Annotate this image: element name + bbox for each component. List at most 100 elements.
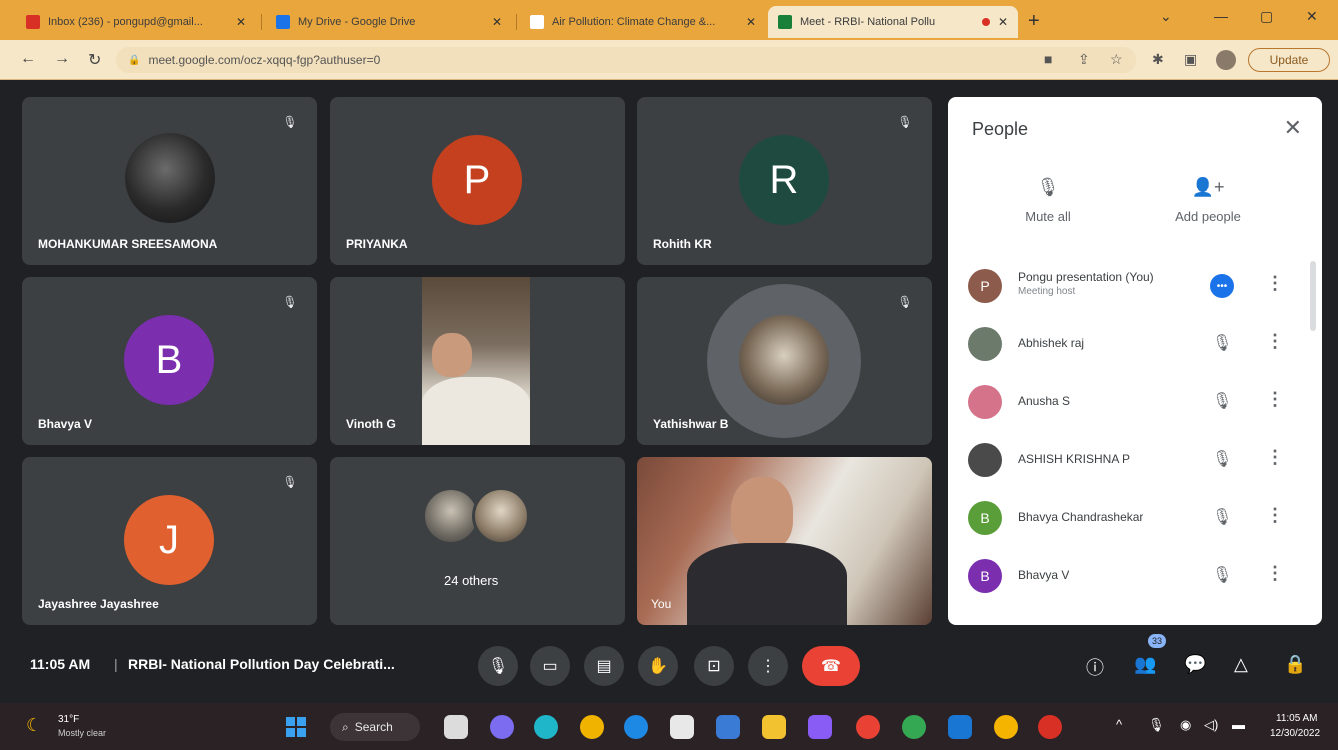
sidebar-icon[interactable]: ▣	[1184, 51, 1197, 68]
avatar: J	[124, 495, 214, 585]
close-icon[interactable]: ✕	[236, 15, 246, 29]
chat-icon[interactable]: 💬	[1184, 654, 1206, 675]
wifi-icon[interactable]: ◉	[1180, 717, 1191, 733]
participant-tile[interactable]: 🎙 Yathishwar B	[637, 277, 932, 445]
arrow-left-icon[interactable]: ←	[20, 50, 36, 68]
weather-moon-icon[interactable]: ☾	[26, 715, 42, 736]
url-field[interactable]: 🔒 meet.google.com/ocz-xqqq-fgp?authuser=…	[116, 47, 1136, 73]
update-button[interactable]: Update	[1248, 48, 1330, 72]
clock-time[interactable]: 11:05 AM	[1276, 713, 1318, 724]
chrome-icon[interactable]	[856, 715, 880, 739]
tab-gmail[interactable]: Inbox (236) - pongupd@gmail... ✕	[16, 6, 256, 38]
minimize-icon[interactable]: —	[1214, 8, 1228, 24]
mic-off-icon[interactable]: 🎙	[1212, 507, 1232, 527]
mic-off-icon[interactable]: 🎙	[1212, 565, 1232, 585]
app-icon[interactable]	[808, 715, 832, 739]
chrome-icon[interactable]	[994, 715, 1018, 739]
address-bar: ← → ↻ 🔒 meet.google.com/ocz-xqqq-fgp?aut…	[0, 40, 1338, 80]
app-icon[interactable]	[1038, 715, 1062, 739]
more-vertical-icon[interactable]: ⋮	[1266, 273, 1284, 294]
window-close-icon[interactable]: ✕	[1306, 8, 1318, 25]
star-icon[interactable]: ☆	[1110, 51, 1123, 68]
close-icon[interactable]: ✕	[746, 15, 756, 29]
participant-tile[interactable]: R 🎙 Rohith KR	[637, 97, 932, 265]
chrome-icon[interactable]	[580, 715, 604, 739]
new-tab-icon[interactable]: +	[1028, 10, 1040, 33]
arrow-right-icon[interactable]: →	[54, 50, 70, 68]
file-explorer-icon[interactable]	[444, 715, 468, 739]
participant-tile[interactable]: P PRIYANKA	[330, 97, 625, 265]
participant-tile[interactable]: 🎙 MOHANKUMAR SREESAMONA	[22, 97, 317, 265]
chevron-up-icon[interactable]: ^	[1116, 717, 1122, 732]
panel-scrollbar[interactable]	[1310, 261, 1316, 331]
more-vertical-icon[interactable]: ⋮	[1266, 389, 1284, 410]
mic-off-icon[interactable]: 🎙	[1212, 391, 1232, 411]
store-icon[interactable]	[670, 715, 694, 739]
close-icon[interactable]: ✕	[1284, 115, 1302, 141]
avatar: P	[968, 269, 1002, 303]
mic-off-icon[interactable]: 🎙	[1212, 333, 1232, 353]
teams-chat-icon[interactable]	[490, 715, 514, 739]
more-horizontal-icon[interactable]: •••	[1210, 274, 1234, 298]
app-icon[interactable]	[716, 715, 740, 739]
avatar	[968, 443, 1002, 477]
avatar: B	[124, 315, 214, 405]
reload-icon[interactable]: ↻	[88, 50, 101, 70]
windows-start-icon[interactable]	[286, 717, 306, 737]
tab-meet[interactable]: Meet - RRBI- National Pollu ✕	[768, 6, 1018, 38]
cortana-icon[interactable]	[534, 715, 558, 739]
app-icon[interactable]	[948, 715, 972, 739]
share-icon[interactable]: ⇪	[1078, 51, 1090, 68]
close-icon[interactable]: ✕	[492, 15, 502, 29]
host-controls-icon[interactable]: 🔒	[1284, 654, 1306, 675]
participant-tile[interactable]: Vinoth G	[330, 277, 625, 445]
list-item[interactable]: P Pongu presentation (You) Meeting host …	[948, 257, 1322, 315]
present-button[interactable]: ⊡	[694, 646, 734, 686]
list-item[interactable]: ASHISH KRISHNA P 🎙 ⋮	[948, 431, 1322, 489]
participant-tile[interactable]: J 🎙 Jayashree Jayashree	[22, 457, 317, 625]
tab-air-pollution[interactable]: Air Pollution: Climate Change &... ✕	[520, 6, 766, 38]
people-panel: People ✕ 🎙 Mute all 👤+ Add people P Pong…	[948, 97, 1322, 625]
microphone-button[interactable]: 🎙	[478, 646, 518, 686]
folder-icon[interactable]	[762, 715, 786, 739]
self-view-tile[interactable]: You	[637, 457, 932, 625]
restore-icon[interactable]: ▢	[1260, 8, 1273, 25]
more-vertical-icon[interactable]: ⋮	[1266, 331, 1284, 352]
raise-hand-button[interactable]: ✋	[638, 646, 678, 686]
others-tile[interactable]: 24 others	[330, 457, 625, 625]
list-item[interactable]: Anusha S 🎙 ⋮	[948, 373, 1322, 431]
volume-icon[interactable]: ◁)	[1204, 717, 1218, 733]
mute-all-button[interactable]: 🎙 Mute all	[988, 177, 1108, 226]
mic-icon[interactable]: 🎙	[1148, 717, 1165, 733]
captions-button[interactable]: ▤	[584, 646, 624, 686]
add-people-button[interactable]: 👤+ Add people	[1148, 177, 1268, 226]
more-options-button[interactable]: ⋮	[748, 646, 788, 686]
chevron-down-icon[interactable]: ⌄	[1160, 8, 1172, 25]
taskbar-search[interactable]: ⌕ Search	[330, 713, 420, 741]
edge-icon[interactable]	[624, 715, 648, 739]
tab-drive[interactable]: My Drive - Google Drive ✕	[266, 6, 512, 38]
activities-icon[interactable]: △	[1234, 654, 1248, 675]
camera-icon[interactable]: ■	[1044, 51, 1052, 67]
avatar[interactable]	[1216, 50, 1236, 70]
more-vertical-icon[interactable]: ⋮	[1266, 447, 1284, 468]
close-icon[interactable]: ✕	[998, 15, 1008, 29]
clock-date[interactable]: 12/30/2022	[1270, 728, 1320, 739]
leave-call-button[interactable]: ☎	[802, 646, 860, 686]
info-icon[interactable]: ⓘ	[1086, 654, 1104, 680]
list-item[interactable]: Abhishek raj 🎙 ⋮	[948, 315, 1322, 373]
camera-button[interactable]: ▭	[530, 646, 570, 686]
list-item[interactable]: B Bhavya Chandrashekar 🎙 ⋮	[948, 489, 1322, 547]
participant-name: Jayashree Jayashree	[38, 597, 159, 611]
more-vertical-icon[interactable]: ⋮	[1266, 563, 1284, 584]
people-icon[interactable]: 👥	[1134, 654, 1156, 675]
mic-off-icon[interactable]: 🎙	[1212, 449, 1232, 469]
participant-tile[interactable]: B 🎙 Bhavya V	[22, 277, 317, 445]
battery-icon[interactable]: ▬	[1232, 717, 1245, 732]
divider: |	[114, 656, 118, 672]
participant-name: Pongu presentation (You)	[1018, 270, 1154, 284]
chrome-icon[interactable]	[902, 715, 926, 739]
extensions-icon[interactable]: ✱	[1152, 51, 1164, 68]
list-item[interactable]: B Bhavya V 🎙 ⋮	[948, 547, 1322, 605]
more-vertical-icon[interactable]: ⋮	[1266, 505, 1284, 526]
